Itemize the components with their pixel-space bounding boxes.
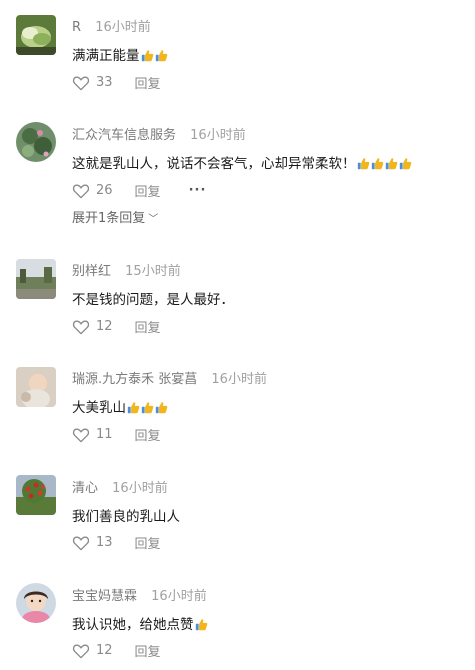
heart-icon <box>72 320 90 334</box>
username[interactable]: 汇众汽车信息服务 <box>72 128 176 143</box>
like-count: 12 <box>96 319 113 334</box>
comment-actions: 13 回复 <box>72 533 161 552</box>
comment-text: 我认识她，给她点赞 <box>72 613 208 633</box>
avatar[interactable] <box>16 475 56 515</box>
avatar[interactable] <box>16 367 56 407</box>
thumbs-up-icon <box>155 402 168 414</box>
like-count: 26 <box>96 183 113 198</box>
thumbs-up-emoji-group <box>126 400 168 416</box>
comment-text: 我们善良的乳山人 <box>72 509 180 525</box>
like-count: 13 <box>96 535 113 550</box>
thumbs-up-icon <box>155 50 167 62</box>
reply-button[interactable]: 回复 <box>135 425 161 444</box>
comment-text: 满满正能量 <box>72 44 168 64</box>
like-button[interactable]: 12 <box>72 643 113 659</box>
reply-button[interactable]: 回复 <box>135 641 161 660</box>
username[interactable]: 宝宝妈慧霖 <box>72 589 137 604</box>
avatar[interactable] <box>16 259 56 299</box>
username[interactable]: 别样红 <box>72 264 111 279</box>
like-button[interactable]: 12 <box>72 319 113 335</box>
like-button[interactable]: 13 <box>72 535 113 551</box>
avatar[interactable] <box>16 122 56 162</box>
reply-button[interactable]: 回复 <box>135 533 161 552</box>
like-button[interactable]: 26 <box>72 183 113 199</box>
like-button[interactable]: 11 <box>72 427 113 443</box>
comment-actions: 11 回复 <box>72 425 161 444</box>
comment-actions: 33 回复 <box>72 73 161 92</box>
thumbs-up-emoji-group <box>356 156 412 172</box>
thumbs-up-icon <box>141 50 153 62</box>
comment-meta: 宝宝妈慧霖 16小时前 <box>72 585 207 604</box>
thumbs-up-icon <box>399 158 411 170</box>
heart-icon <box>72 76 90 90</box>
like-count: 11 <box>96 427 113 442</box>
thumbs-up-icon <box>195 619 207 631</box>
timestamp: 15小时前 <box>125 264 181 279</box>
reply-button[interactable]: 回复 <box>135 317 161 336</box>
comment-meta: 瑞源.九方泰禾 张宴菖 16小时前 <box>72 368 267 387</box>
comment-text: 这就是乳山人，说话不会客气，心却异常柔软！ <box>72 152 412 172</box>
timestamp: 16小时前 <box>95 20 151 35</box>
thumbs-up-icon <box>385 158 397 170</box>
comment-meta: 汇众汽车信息服务 16小时前 <box>72 124 246 143</box>
like-count: 33 <box>96 75 113 90</box>
thumbs-up-icon <box>357 158 369 170</box>
comment-actions: 12 回复 <box>72 317 161 336</box>
comment-meta: R 16小时前 <box>72 16 151 35</box>
heart-icon <box>72 536 90 550</box>
username[interactable]: R <box>72 20 81 35</box>
timestamp: 16小时前 <box>151 589 207 604</box>
expand-replies-link[interactable]: 展开1条回复 ﹀ <box>72 207 158 226</box>
username[interactable]: 清心 <box>72 481 98 496</box>
avatar[interactable] <box>16 15 56 55</box>
thumbs-up-icon <box>141 402 154 414</box>
timestamp: 16小时前 <box>211 372 267 387</box>
chevron-down-icon: ﹀ <box>148 214 159 225</box>
thumbs-up-icon <box>371 158 383 170</box>
thumbs-up-icon <box>127 402 140 414</box>
like-count: 12 <box>96 643 113 658</box>
more-options-icon[interactable]: ··· <box>189 183 207 198</box>
timestamp: 16小时前 <box>190 128 246 143</box>
heart-icon <box>72 644 90 658</box>
comment-meta: 清心 16小时前 <box>72 477 168 496</box>
timestamp: 16小时前 <box>112 481 168 496</box>
avatar[interactable] <box>16 583 56 623</box>
heart-icon <box>72 184 90 198</box>
comment-meta: 别样红 15小时前 <box>72 260 181 279</box>
like-button[interactable]: 33 <box>72 75 113 91</box>
thumbs-up-emoji-group <box>140 48 168 64</box>
reply-button[interactable]: 回复 <box>135 73 161 92</box>
username[interactable]: 瑞源.九方泰禾 张宴菖 <box>72 372 197 387</box>
heart-icon <box>72 428 90 442</box>
reply-button[interactable]: 回复 <box>135 181 161 200</box>
comment-actions: 12 回复 <box>72 641 161 660</box>
comment-text: 大美乳山 <box>72 396 168 416</box>
thumbs-up-emoji-group <box>194 617 208 633</box>
comment-text: 不是钱的问题，是人最好． <box>72 292 234 308</box>
comment-actions: 26 回复 ··· <box>72 181 206 200</box>
